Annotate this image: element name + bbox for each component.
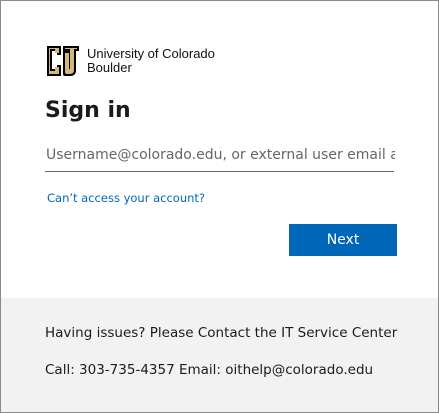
next-button[interactable]: Next [289, 224, 397, 256]
help-text: Having issues? Please Contact the IT Ser… [45, 325, 398, 341]
page-title: Sign in [45, 98, 131, 123]
contact-text: Call: 303-735-4357 Email: oithelp@colora… [45, 362, 374, 378]
cant-access-account-link[interactable]: Can’t access your account? [47, 191, 205, 205]
university-logo: University of Colorado Boulder [45, 44, 215, 78]
university-name-line1: University of Colorado [87, 46, 215, 61]
signin-dialog: University of Colorado Boulder Sign in C… [0, 0, 439, 413]
university-name-line2: Boulder [87, 60, 132, 75]
help-footer: Having issues? Please Contact the IT Ser… [1, 298, 438, 412]
cu-boulder-logo-icon [45, 44, 81, 78]
signin-panel: University of Colorado Boulder Sign in C… [1, 1, 438, 298]
username-input[interactable] [45, 141, 395, 169]
username-field-wrapper [45, 141, 395, 172]
university-name: University of Colorado Boulder [87, 47, 215, 75]
